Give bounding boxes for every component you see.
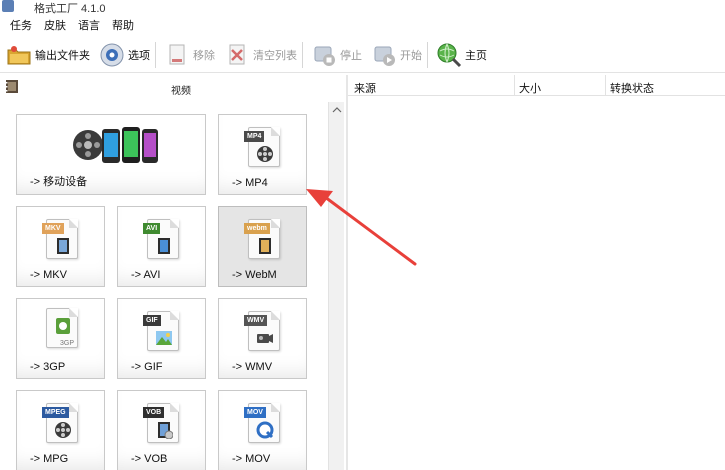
mpeg-icon: MPEG bbox=[42, 403, 78, 443]
toolbar: 输出文件夹 选项 移除 清空列表 停止 开始 主页 bbox=[0, 37, 725, 73]
mp4-icon: MP4 bbox=[244, 127, 280, 167]
format-tag: 3GP bbox=[60, 340, 75, 347]
tile-label: -> MP4 bbox=[232, 177, 268, 189]
format-tag: AVI bbox=[143, 223, 161, 234]
tile-mkv[interactable]: MKV -> MKV bbox=[16, 206, 105, 287]
globe-magnifier-icon bbox=[436, 42, 462, 68]
tile-gif[interactable]: GIF -> GIF bbox=[117, 298, 206, 379]
start-button[interactable]: 开始 bbox=[365, 40, 425, 70]
column-divider[interactable] bbox=[605, 75, 606, 96]
format-tag: webm bbox=[244, 223, 270, 234]
toolbar-separator bbox=[155, 41, 156, 68]
tile-label: -> GIF bbox=[131, 361, 163, 373]
webm-icon: webm bbox=[244, 219, 280, 259]
format-tag: MKV bbox=[42, 223, 64, 234]
remove-document-icon bbox=[164, 42, 190, 68]
play-icon bbox=[371, 42, 397, 68]
tile-label: -> MPG bbox=[30, 453, 69, 465]
column-divider[interactable] bbox=[514, 75, 515, 96]
3gp-icon: 3GP bbox=[46, 308, 78, 348]
tile-mp4[interactable]: MP4 -> MP4 bbox=[218, 114, 307, 195]
tile-mobile-device[interactable]: -> 移动设备 bbox=[16, 114, 206, 195]
format-tag: MOV bbox=[244, 407, 266, 418]
app-icon bbox=[2, 0, 14, 12]
tile-webm[interactable]: webm -> WebM bbox=[218, 206, 307, 287]
task-list-header: 来源 大小 转换状态 bbox=[348, 75, 725, 96]
column-status[interactable]: 转换状态 bbox=[610, 80, 654, 96]
tile-label: -> AVI bbox=[131, 269, 161, 281]
remove-button[interactable]: 移除 bbox=[158, 40, 218, 70]
tile-wmv[interactable]: WMV -> WMV bbox=[218, 298, 307, 379]
category-title: 视频 bbox=[171, 86, 191, 97]
wmv-icon: WMV bbox=[244, 311, 280, 351]
column-size[interactable]: 大小 bbox=[519, 80, 541, 96]
gif-icon: GIF bbox=[143, 311, 179, 351]
conversion-panel: 视频 -> 移动设备 MP4 -> MP4 MKV -> MKV AVI -> … bbox=[0, 75, 346, 470]
vob-icon: VOB bbox=[143, 403, 179, 443]
menu-help[interactable]: 帮助 bbox=[106, 17, 140, 33]
clear-list-icon bbox=[224, 42, 250, 68]
clear-list-button[interactable]: 清空列表 bbox=[218, 40, 300, 70]
tile-avi[interactable]: AVI -> AVI bbox=[117, 206, 206, 287]
column-source[interactable]: 来源 bbox=[354, 80, 376, 96]
format-tag: MPEG bbox=[42, 407, 69, 418]
stop-icon bbox=[311, 42, 337, 68]
start-label: 开始 bbox=[400, 49, 422, 62]
home-button[interactable]: 主页 bbox=[430, 40, 490, 70]
tile-mov[interactable]: MOV -> MOV bbox=[218, 390, 307, 470]
gear-icon bbox=[99, 42, 125, 68]
format-tag: VOB bbox=[143, 407, 165, 418]
mkv-icon: MKV bbox=[42, 219, 78, 259]
remove-label: 移除 bbox=[193, 49, 215, 62]
tile-3gp[interactable]: 3GP -> 3GP bbox=[16, 298, 105, 379]
menu-bar: 任务 皮肤 语言 帮助 bbox=[0, 14, 725, 36]
mov-icon: MOV bbox=[244, 403, 280, 443]
tile-label: -> WebM bbox=[232, 269, 277, 281]
options-button[interactable]: 选项 bbox=[93, 40, 153, 70]
output-folder-label: 输出文件夹 bbox=[35, 49, 90, 62]
tile-label: -> 移动设备 bbox=[30, 176, 88, 188]
toolbar-separator bbox=[427, 41, 428, 68]
toolbar-separator bbox=[302, 41, 303, 68]
tile-vob[interactable]: VOB -> VOB bbox=[117, 390, 206, 470]
scroll-up-arrow-icon[interactable] bbox=[329, 102, 345, 118]
format-tag: GIF bbox=[143, 315, 161, 326]
title-bar: 格式工厂 4.1.0 bbox=[0, 0, 725, 15]
task-list-panel: 来源 大小 转换状态 bbox=[348, 75, 725, 470]
category-header[interactable]: 视频 bbox=[0, 75, 346, 99]
vertical-scrollbar[interactable] bbox=[328, 102, 344, 470]
menu-language[interactable]: 语言 bbox=[72, 17, 106, 33]
tile-label: -> WMV bbox=[232, 361, 273, 373]
tile-label: -> MOV bbox=[232, 453, 271, 465]
film-reel-icon bbox=[5, 79, 19, 94]
tile-mpg[interactable]: MPEG -> MPG bbox=[16, 390, 105, 470]
stop-button[interactable]: 停止 bbox=[305, 40, 365, 70]
tile-label: -> 3GP bbox=[30, 361, 66, 373]
output-folder-button[interactable]: 输出文件夹 bbox=[0, 40, 93, 70]
tile-label: -> MKV bbox=[30, 269, 67, 281]
stop-label: 停止 bbox=[340, 49, 362, 62]
folder-icon bbox=[6, 42, 32, 68]
format-tag: MP4 bbox=[244, 131, 265, 142]
format-tag: WMV bbox=[244, 315, 268, 326]
menu-task[interactable]: 任务 bbox=[0, 17, 38, 33]
options-label: 选项 bbox=[128, 49, 150, 62]
clear-list-label: 清空列表 bbox=[253, 49, 297, 62]
avi-icon: AVI bbox=[143, 219, 179, 259]
home-label: 主页 bbox=[465, 49, 487, 62]
mobile-devices-icon bbox=[72, 123, 160, 170]
menu-skin[interactable]: 皮肤 bbox=[38, 17, 72, 33]
tile-label: -> VOB bbox=[131, 453, 168, 465]
